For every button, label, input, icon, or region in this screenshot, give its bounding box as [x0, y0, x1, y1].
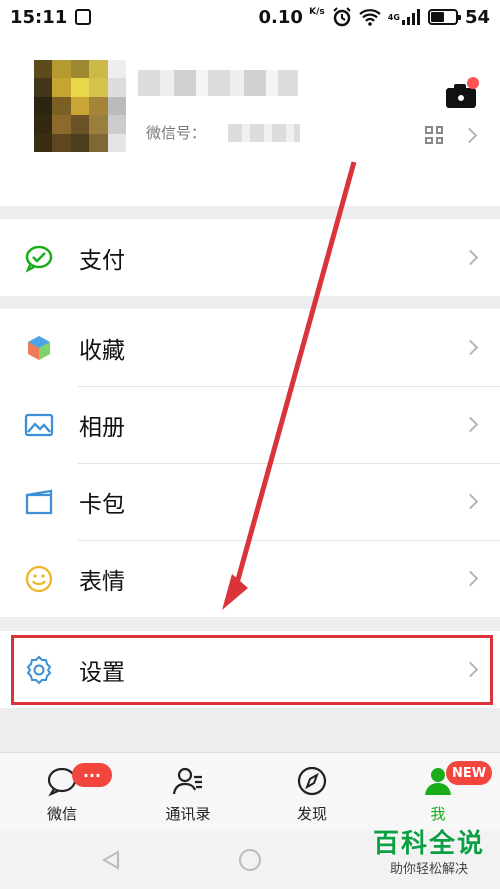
menu-label: 相册 — [79, 414, 125, 441]
settings-icon — [24, 655, 54, 685]
profile-header[interactable]: 微信号： — [0, 34, 500, 206]
watermark-title: 百科全说 — [372, 829, 485, 859]
watermark-logo: 百科全说 助你轻松解决 — [368, 827, 490, 887]
home-icon[interactable] — [238, 848, 262, 872]
menu-item-settings[interactable]: 设置 — [0, 631, 500, 708]
camera-icon[interactable] — [446, 77, 479, 108]
tab-discover[interactable]: 发现 — [262, 753, 362, 832]
chevron-right-icon — [462, 493, 479, 509]
settings-group: 设置 — [0, 631, 500, 708]
nickname-blurred — [138, 70, 298, 96]
sticker-icon — [24, 564, 54, 594]
tab-label: 通讯录 — [165, 805, 211, 823]
chevron-right-icon — [462, 416, 479, 432]
notification-icon — [75, 9, 92, 25]
chats-unread-badge: ··· — [72, 763, 112, 787]
features-group: 收藏 相册 卡包 表情 — [0, 309, 500, 617]
menu-label: 表情 — [79, 568, 125, 595]
tab-label: 我 — [430, 805, 446, 823]
me-new-badge: NEW — [446, 761, 492, 785]
menu-label: 收藏 — [79, 337, 125, 364]
album-icon — [24, 410, 54, 440]
tab-chats[interactable]: ··· 微信 — [12, 753, 112, 832]
menu-item-stickers[interactable]: 表情 — [0, 540, 500, 617]
status-time: 15:11 — [10, 6, 68, 28]
payment-group: 支付 — [0, 219, 500, 296]
tab-contacts[interactable]: 通讯录 — [138, 753, 238, 832]
signal-icon — [401, 9, 420, 25]
qr-code-icon[interactable] — [425, 126, 443, 144]
chevron-right-icon — [462, 249, 479, 265]
tab-label: 微信 — [46, 805, 77, 823]
alarm-icon — [333, 7, 351, 27]
menu-item-album[interactable]: 相册 — [0, 386, 500, 463]
menu-item-favorites[interactable]: 收藏 — [0, 309, 500, 386]
notification-dot — [467, 77, 479, 89]
network-speed: 0.10 K/s — [258, 6, 325, 28]
back-icon[interactable] — [100, 849, 122, 871]
wifi-icon — [359, 9, 381, 26]
chevron-right-icon — [462, 570, 479, 586]
wechat-id-label: 微信号： — [146, 124, 207, 142]
card-wallet-icon — [24, 487, 54, 517]
chevron-right-icon — [462, 339, 479, 355]
battery-level: 54 — [464, 6, 490, 28]
favorites-icon — [24, 333, 54, 363]
compass-icon — [297, 766, 327, 796]
watermark-subtitle: 助你轻松解决 — [389, 862, 468, 877]
menu-item-payment[interactable]: 支付 — [0, 219, 500, 296]
contacts-icon — [172, 767, 202, 795]
menu-item-card-wallet[interactable]: 卡包 — [0, 463, 500, 540]
tab-label: 发现 — [296, 805, 327, 823]
chevron-right-icon — [461, 127, 478, 144]
chevron-right-icon — [462, 661, 479, 677]
wechat-id-blurred — [228, 124, 300, 142]
battery-icon — [427, 9, 461, 25]
network-type: 4G — [387, 12, 400, 22]
payment-icon — [24, 243, 54, 273]
avatar[interactable] — [34, 60, 126, 152]
status-bar: 15:11 0.10 K/s 4G 54 — [0, 0, 500, 34]
menu-label: 卡包 — [79, 491, 125, 518]
tab-bar: ··· 微信 通讯录 发现 NEW 我 — [0, 752, 500, 831]
menu-label: 设置 — [79, 659, 125, 686]
tab-me[interactable]: NEW 我 — [388, 753, 492, 832]
menu-label: 支付 — [79, 247, 125, 274]
